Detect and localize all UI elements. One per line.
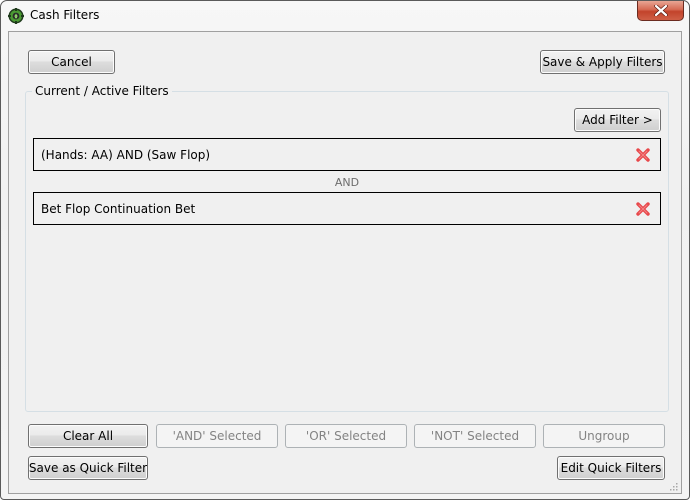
save-apply-filters-button[interactable]: Save & Apply Filters xyxy=(540,50,665,74)
remove-x-icon[interactable] xyxy=(636,202,650,216)
close-window-button[interactable] xyxy=(637,1,684,21)
remove-x-icon[interactable] xyxy=(636,148,650,162)
edit-quick-filters-button[interactable]: Edit Quick Filters xyxy=(557,456,665,480)
ungroup-button[interactable]: Ungroup xyxy=(543,424,665,448)
add-filter-button[interactable]: Add Filter > xyxy=(574,108,661,132)
and-connector-label: AND xyxy=(334,176,360,189)
clear-all-button[interactable]: Clear All xyxy=(28,424,148,448)
dialog-body: Cancel Save & Apply Filters Current / Ac… xyxy=(8,31,682,494)
not-selected-button[interactable]: 'NOT' Selected xyxy=(414,424,536,448)
window-title: Cash Filters xyxy=(30,8,100,22)
or-selected-button[interactable]: 'OR' Selected xyxy=(285,424,407,448)
cash-filters-window: Cash Filters Cancel Save & Apply Filters… xyxy=(0,0,690,500)
cancel-button[interactable]: Cancel xyxy=(28,50,115,74)
filter-item[interactable]: Bet Flop Continuation Bet xyxy=(33,192,661,225)
poker-chip-icon xyxy=(8,8,24,24)
filter-item[interactable]: (Hands: AA) AND (Saw Flop) xyxy=(33,138,661,171)
active-filters-label: Current / Active Filters xyxy=(32,84,172,98)
title-bar[interactable]: Cash Filters xyxy=(1,1,689,31)
and-selected-button[interactable]: 'AND' Selected xyxy=(156,424,278,448)
resize-grip-icon[interactable] xyxy=(668,480,678,491)
save-as-quick-filter-button[interactable]: Save as Quick Filter xyxy=(28,456,148,480)
close-icon xyxy=(653,5,668,16)
filter-text: (Hands: AA) AND (Saw Flop) xyxy=(41,148,211,162)
active-filters-group: Current / Active Filters Add Filter > (H… xyxy=(25,84,669,412)
filter-text: Bet Flop Continuation Bet xyxy=(41,202,196,216)
